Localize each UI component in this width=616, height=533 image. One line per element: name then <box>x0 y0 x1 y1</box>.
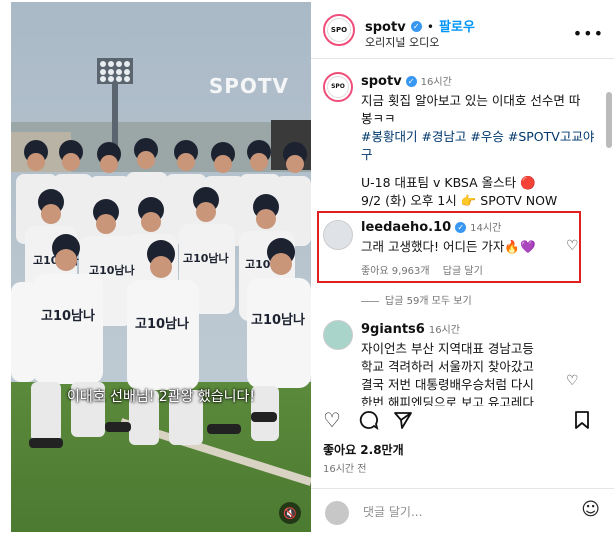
video-caption: 이대호 선배님! 2관왕 했습니다! <box>66 389 256 405</box>
bookmark-icon[interactable] <box>573 410 591 435</box>
post-likes-count[interactable]: 좋아요 2.8만개 <box>323 441 404 458</box>
comment-item: leedaeho.10 ✓ 14시간 그래 고생했다! 어디든 가자🔥💜 좋아요… <box>361 218 561 277</box>
reply-line <box>361 300 379 302</box>
comment-likes[interactable]: 좋아요 9,963개 <box>361 266 430 277</box>
comment-time: 16시간 <box>428 325 460 336</box>
post-header: SPO spotv ✓ • 팔로우 오리지널 오디오 ••• <box>311 2 614 59</box>
caption-time: 16시간 <box>420 77 452 88</box>
caption-info: 9/2 (화) 오후 1시 👉 SPOTV NOW <box>361 193 558 208</box>
caption-username[interactable]: spotv <box>361 74 402 89</box>
original-audio-link[interactable]: 오리지널 오디오 <box>365 34 439 50</box>
post-side-panel: SPO spotv ✓ • 팔로우 오리지널 오디오 ••• SPO spotv… <box>311 2 614 532</box>
share-paper-plane-icon[interactable] <box>393 410 413 435</box>
comment-text: 결국 저번 대통령배우승처럼 다시 <box>361 377 534 392</box>
separator-dot: • <box>426 20 434 34</box>
comment-bubble-icon[interactable] <box>359 410 379 435</box>
comment-like-heart-icon[interactable]: ♡ <box>566 373 579 389</box>
post-timestamp: 16시간 전 <box>323 464 367 475</box>
svg-text:고10남나: 고10남나 <box>183 251 229 265</box>
svg-text:고10남나: 고10남나 <box>135 316 189 332</box>
comment-input-bar: 댓글 달기... ☺ <box>311 488 614 533</box>
comment-text: 한번 해피엔딩으로 보고 유고레다 <box>361 395 534 406</box>
comment-text: 학교 격려하러 서울까지 찾아갔고 <box>361 359 534 374</box>
caption-hashtags[interactable]: #봉황대기 #경남고 #우승 #SPOTV고교야 <box>361 128 601 146</box>
caption-hashtags-cont[interactable]: 구 <box>361 146 601 164</box>
more-options-icon[interactable]: ••• <box>573 24 604 43</box>
commenter-avatar[interactable] <box>323 220 353 250</box>
author-username[interactable]: spotv <box>365 20 406 35</box>
post-caption: spotv ✓ 16시간 지금 횟집 알아보고 있는 이대호 선수면 따 봉ㅋㅋ… <box>361 72 601 210</box>
reply-button[interactable]: 답글 달기 <box>443 266 483 277</box>
author-avatar[interactable]: SPO <box>323 14 355 46</box>
caption-author-avatar[interactable]: SPO <box>323 72 353 102</box>
scrollbar-thumb[interactable] <box>606 92 612 148</box>
follow-button[interactable]: 팔로우 <box>439 20 475 35</box>
current-user-avatar <box>325 501 349 525</box>
avatar-text: SPO <box>326 17 352 43</box>
caption-line: 봉ㅋㅋ <box>361 111 396 126</box>
comment-time: 14시간 <box>470 223 502 234</box>
emoji-icon[interactable]: ☺ <box>581 499 600 520</box>
speaker-muted-icon[interactable]: 🔇 <box>279 502 301 524</box>
caption-info: U-18 대표팀 v KBSA 올스타 🔴 <box>361 175 536 190</box>
comment-text: 그래 고생했다! 어디든 가자🔥💜 <box>361 239 536 254</box>
caption-line: 지금 횟집 알아보고 있는 이대호 선수면 따 <box>361 93 581 108</box>
instagram-post-view: 고10남나 고10남나 고10남나 고10남나 고10남나 고10남나 SPOT… <box>0 0 616 532</box>
svg-text:고10남나: 고10남나 <box>89 263 135 277</box>
comment-like-heart-icon[interactable]: ♡ <box>566 238 579 254</box>
comment-input[interactable]: 댓글 달기... <box>363 503 553 520</box>
post-video[interactable]: 고10남나 고10남나 고10남나 고10남나 고10남나 고10남나 SPOT… <box>11 2 311 532</box>
comment-username[interactable]: leedaeho.10 <box>361 220 451 235</box>
like-heart-icon[interactable]: ♡ <box>323 408 341 432</box>
svg-text:고10남나: 고10남나 <box>251 312 305 328</box>
verified-badge-icon: ✓ <box>405 76 417 87</box>
view-replies[interactable]: 답글 59개 모두 보기 <box>361 292 472 307</box>
view-replies-label: 답글 59개 모두 보기 <box>385 296 472 307</box>
spotv-watermark: SPOTV <box>208 74 289 98</box>
svg-text:고10남나: 고10남나 <box>41 308 95 324</box>
comment-text: 자이언츠 부산 지역대표 경남고등 <box>361 341 534 356</box>
verified-badge-icon: ✓ <box>410 21 422 32</box>
avatar-text: SPO <box>326 75 350 99</box>
post-actions: ♡ <box>311 406 614 436</box>
verified-badge-icon: ✓ <box>455 222 467 233</box>
comment-item: 9giants6 16시간 자이언츠 부산 지역대표 경남고등 학교 격려하러 … <box>361 320 571 406</box>
comment-username[interactable]: 9giants6 <box>361 322 425 337</box>
commenter-avatar[interactable] <box>323 320 353 350</box>
